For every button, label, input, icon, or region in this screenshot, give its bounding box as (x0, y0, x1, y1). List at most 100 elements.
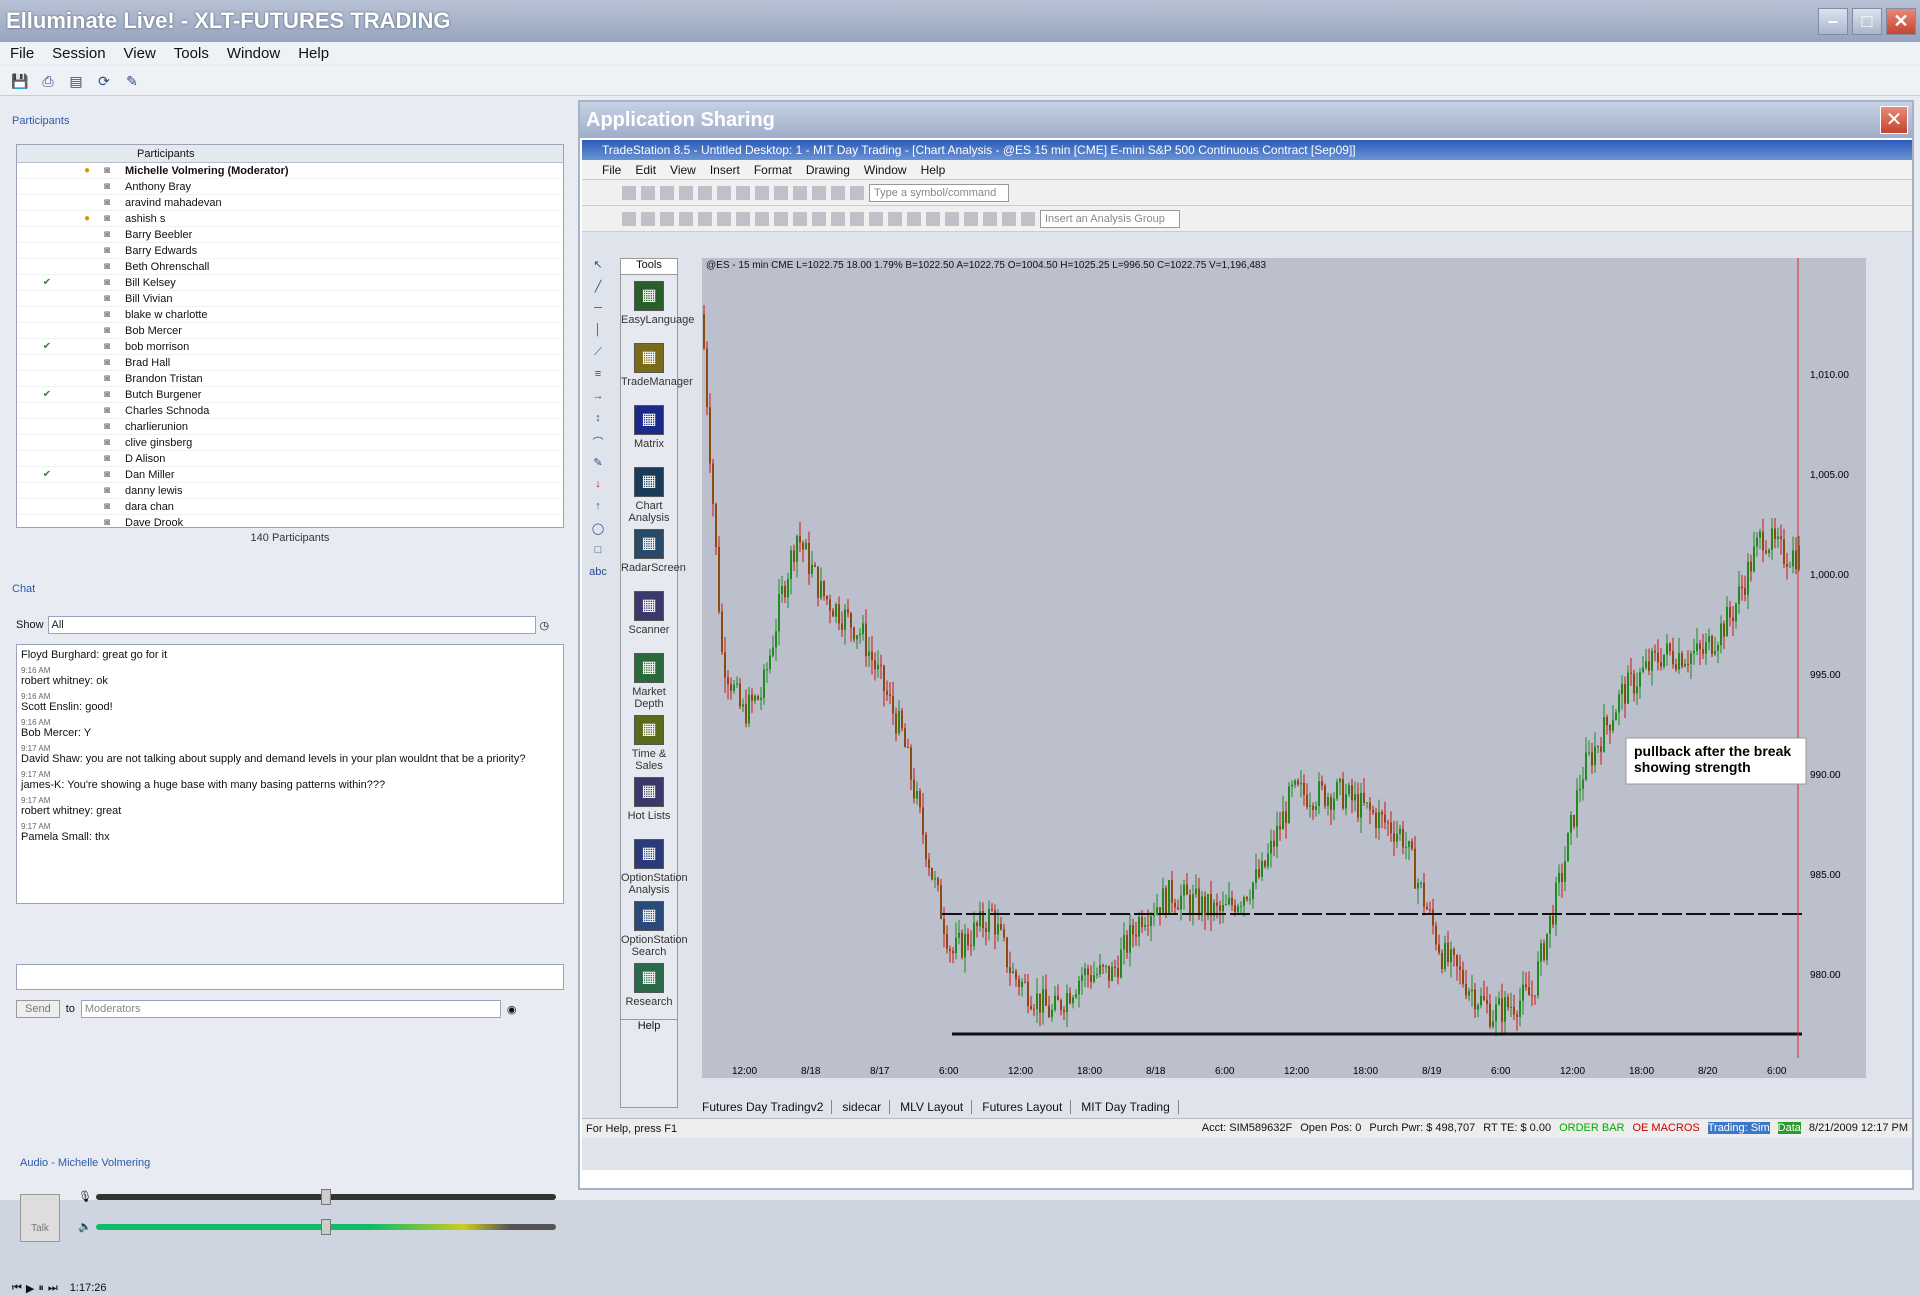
clock-icon[interactable]: ◷ (540, 619, 550, 632)
tool-item[interactable]: ▦ Hot Lists (621, 771, 677, 833)
pen-tool-icon[interactable]: ✎ (588, 456, 608, 478)
close-button[interactable]: ✕ (1886, 8, 1916, 35)
chart-area[interactable]: @ES - 15 min CME L=1022.75 18.00 1.79% B… (702, 258, 1866, 1078)
participant-row[interactable]: ✔ ◙ bob morrison (17, 339, 563, 355)
workspace-tab[interactable]: MLV Layout (900, 1100, 973, 1114)
talk-button[interactable]: Talk (20, 1194, 60, 1242)
tool-item[interactable]: ▦ Matrix (621, 399, 677, 461)
refresh-icon[interactable]: ⟳ (94, 71, 114, 91)
tool-item[interactable]: ▦ Research (621, 957, 677, 1019)
fib-tool-icon[interactable]: ≡ (588, 368, 608, 390)
symbol-input[interactable]: Type a symbol/command (869, 183, 1009, 202)
mic-volume-slider[interactable] (96, 1189, 556, 1205)
status-field[interactable]: OE MACROS (1632, 1122, 1699, 1134)
participant-row[interactable]: ◙ blake w charlotte (17, 307, 563, 323)
ts-menu-format[interactable]: Format (754, 163, 792, 177)
ts-menu-file[interactable]: File (602, 163, 621, 177)
participant-row[interactable]: ◙ Anthony Bray (17, 179, 563, 195)
participants-list[interactable]: Participants ● ◙ Michelle Volmering (Moder… (16, 144, 564, 528)
ts-menu-view[interactable]: View (670, 163, 696, 177)
updown-tool-icon[interactable]: ↕ (588, 412, 608, 434)
workspace-tab[interactable]: Futures Layout (982, 1100, 1072, 1114)
ts-menu-window[interactable]: Window (864, 163, 907, 177)
ts-menu-drawing[interactable]: Drawing (806, 163, 850, 177)
participant-row[interactable]: ◙ Bill Vivian (17, 291, 563, 307)
rewind-icon[interactable]: ⏮ (12, 1282, 22, 1295)
minimize-button[interactable]: – (1818, 8, 1848, 35)
participant-row[interactable]: ◙ Brad Hall (17, 355, 563, 371)
participant-row[interactable]: ◙ charlierunion (17, 419, 563, 435)
ts-menu-edit[interactable]: Edit (635, 163, 656, 177)
vline-tool-icon[interactable]: │ (588, 324, 608, 346)
tool-item[interactable]: ▦ Scanner (621, 585, 677, 647)
tool-item[interactable]: ▦ OptionStation Search (621, 895, 688, 958)
participants-column[interactable]: Participants (137, 148, 194, 160)
edit-icon[interactable]: ✎ (122, 71, 142, 91)
participant-row[interactable]: ✔ ◙ Butch Burgener (17, 387, 563, 403)
status-field[interactable]: ORDER BAR (1559, 1122, 1624, 1134)
participant-row[interactable]: ● ◙ ashish s (17, 211, 563, 227)
tool-item[interactable]: ▦ EasyLanguage (621, 275, 694, 337)
participant-row[interactable]: ◙ Barry Edwards (17, 243, 563, 259)
ellipse-tool-icon[interactable]: ◯ (588, 522, 608, 544)
chat-log[interactable]: Floyd Burghard: great go for it 9:16 AM ro… (16, 644, 564, 904)
rect-tool-icon[interactable]: □ (588, 544, 608, 566)
tool-item[interactable]: ▦ RadarScreen (621, 523, 686, 585)
chart-annotation[interactable]: pullback after the break showing strength (1625, 737, 1807, 785)
tool-item[interactable]: ▦ OptionStation Analysis (621, 833, 688, 896)
layout-icon[interactable]: ▤ (66, 71, 86, 91)
tool-item[interactable]: ▦ Market Depth (621, 647, 677, 710)
print-icon[interactable]: ⎙ (38, 71, 58, 91)
participant-row[interactable]: ◙ clive ginsberg (17, 435, 563, 451)
workspace-tab[interactable]: MIT Day Trading (1081, 1100, 1179, 1114)
up-arrow-tool-icon[interactable]: ↑ (588, 500, 608, 522)
participant-row[interactable]: ✔ ◙ Bill Kelsey (17, 275, 563, 291)
participant-row[interactable]: ✔ ◙ Dan Miller (17, 467, 563, 483)
send-button[interactable]: Send (16, 1000, 60, 1018)
pointer-tool-icon[interactable]: ↖ (588, 258, 608, 280)
menu-view[interactable]: View (124, 45, 156, 62)
pause-icon[interactable]: ⏸ (38, 1282, 44, 1295)
play-icon[interactable]: ▶ (26, 1282, 34, 1295)
tool-item[interactable]: ▦ Time & Sales (621, 709, 677, 772)
status-field[interactable]: Data (1777, 1122, 1801, 1134)
app-sharing-close-button[interactable]: ✕ (1880, 106, 1908, 134)
text-tool-icon[interactable]: abc (588, 566, 608, 588)
menu-tools[interactable]: Tools (174, 45, 209, 62)
price-chart[interactable]: 1,010.00 1,005.00 1,000.00 995.00 990.00 985.… (702, 258, 1866, 1078)
menu-session[interactable]: Session (52, 45, 105, 62)
save-icon[interactable]: 💾 (10, 71, 30, 91)
show-filter-select[interactable]: All (47, 616, 536, 634)
participant-row[interactable]: ◙ Bob Mercer (17, 323, 563, 339)
participant-row[interactable]: ◙ Dave Drook (17, 515, 563, 528)
status-field[interactable]: Trading: Sim (1707, 1122, 1770, 1134)
maximize-button[interactable]: □ (1852, 8, 1882, 35)
ts-menu-insert[interactable]: Insert (710, 163, 740, 177)
speaker-volume-slider[interactable] (96, 1219, 556, 1235)
participant-row[interactable]: ◙ danny lewis (17, 483, 563, 499)
tool-item[interactable]: ▦ Chart Analysis (621, 461, 677, 524)
recipient-select[interactable]: Moderators (80, 1000, 501, 1018)
chat-input[interactable] (16, 964, 564, 990)
participants-header[interactable]: Participants (0, 112, 574, 130)
participant-row[interactable]: ◙ aravind mahadevan (17, 195, 563, 211)
participant-row[interactable]: ● ◙ Michelle Volmering (Moderator) (17, 163, 563, 179)
forward-icon[interactable]: ⏭ (48, 1282, 58, 1295)
hline-tool-icon[interactable]: ─ (588, 302, 608, 324)
down-arrow-tool-icon[interactable]: ↓ (588, 478, 608, 500)
status-field[interactable]: 8/21/2009 12:17 PM (1809, 1122, 1908, 1134)
trend-tool-icon[interactable]: ⟋ (588, 346, 608, 368)
ts-menu-help[interactable]: Help (921, 163, 946, 177)
participant-row[interactable]: ◙ Brandon Tristan (17, 371, 563, 387)
line-tool-icon[interactable]: ╱ (588, 280, 608, 302)
participant-row[interactable]: ◙ Barry Beebler (17, 227, 563, 243)
menu-window[interactable]: Window (227, 45, 280, 62)
participant-row[interactable]: ◙ Beth Ohrenschall (17, 259, 563, 275)
menu-file[interactable]: File (10, 45, 34, 62)
participant-row[interactable]: ◙ Charles Schnoda (17, 403, 563, 419)
tools-help[interactable]: Help (621, 1019, 677, 1033)
participant-row[interactable]: ◙ D Alison (17, 451, 563, 467)
workspace-tab[interactable]: Futures Day Tradingv2 (702, 1100, 833, 1114)
arrow-tool-icon[interactable]: → (588, 390, 608, 412)
analysis-group-select[interactable]: Insert an Analysis Group (1040, 209, 1180, 228)
